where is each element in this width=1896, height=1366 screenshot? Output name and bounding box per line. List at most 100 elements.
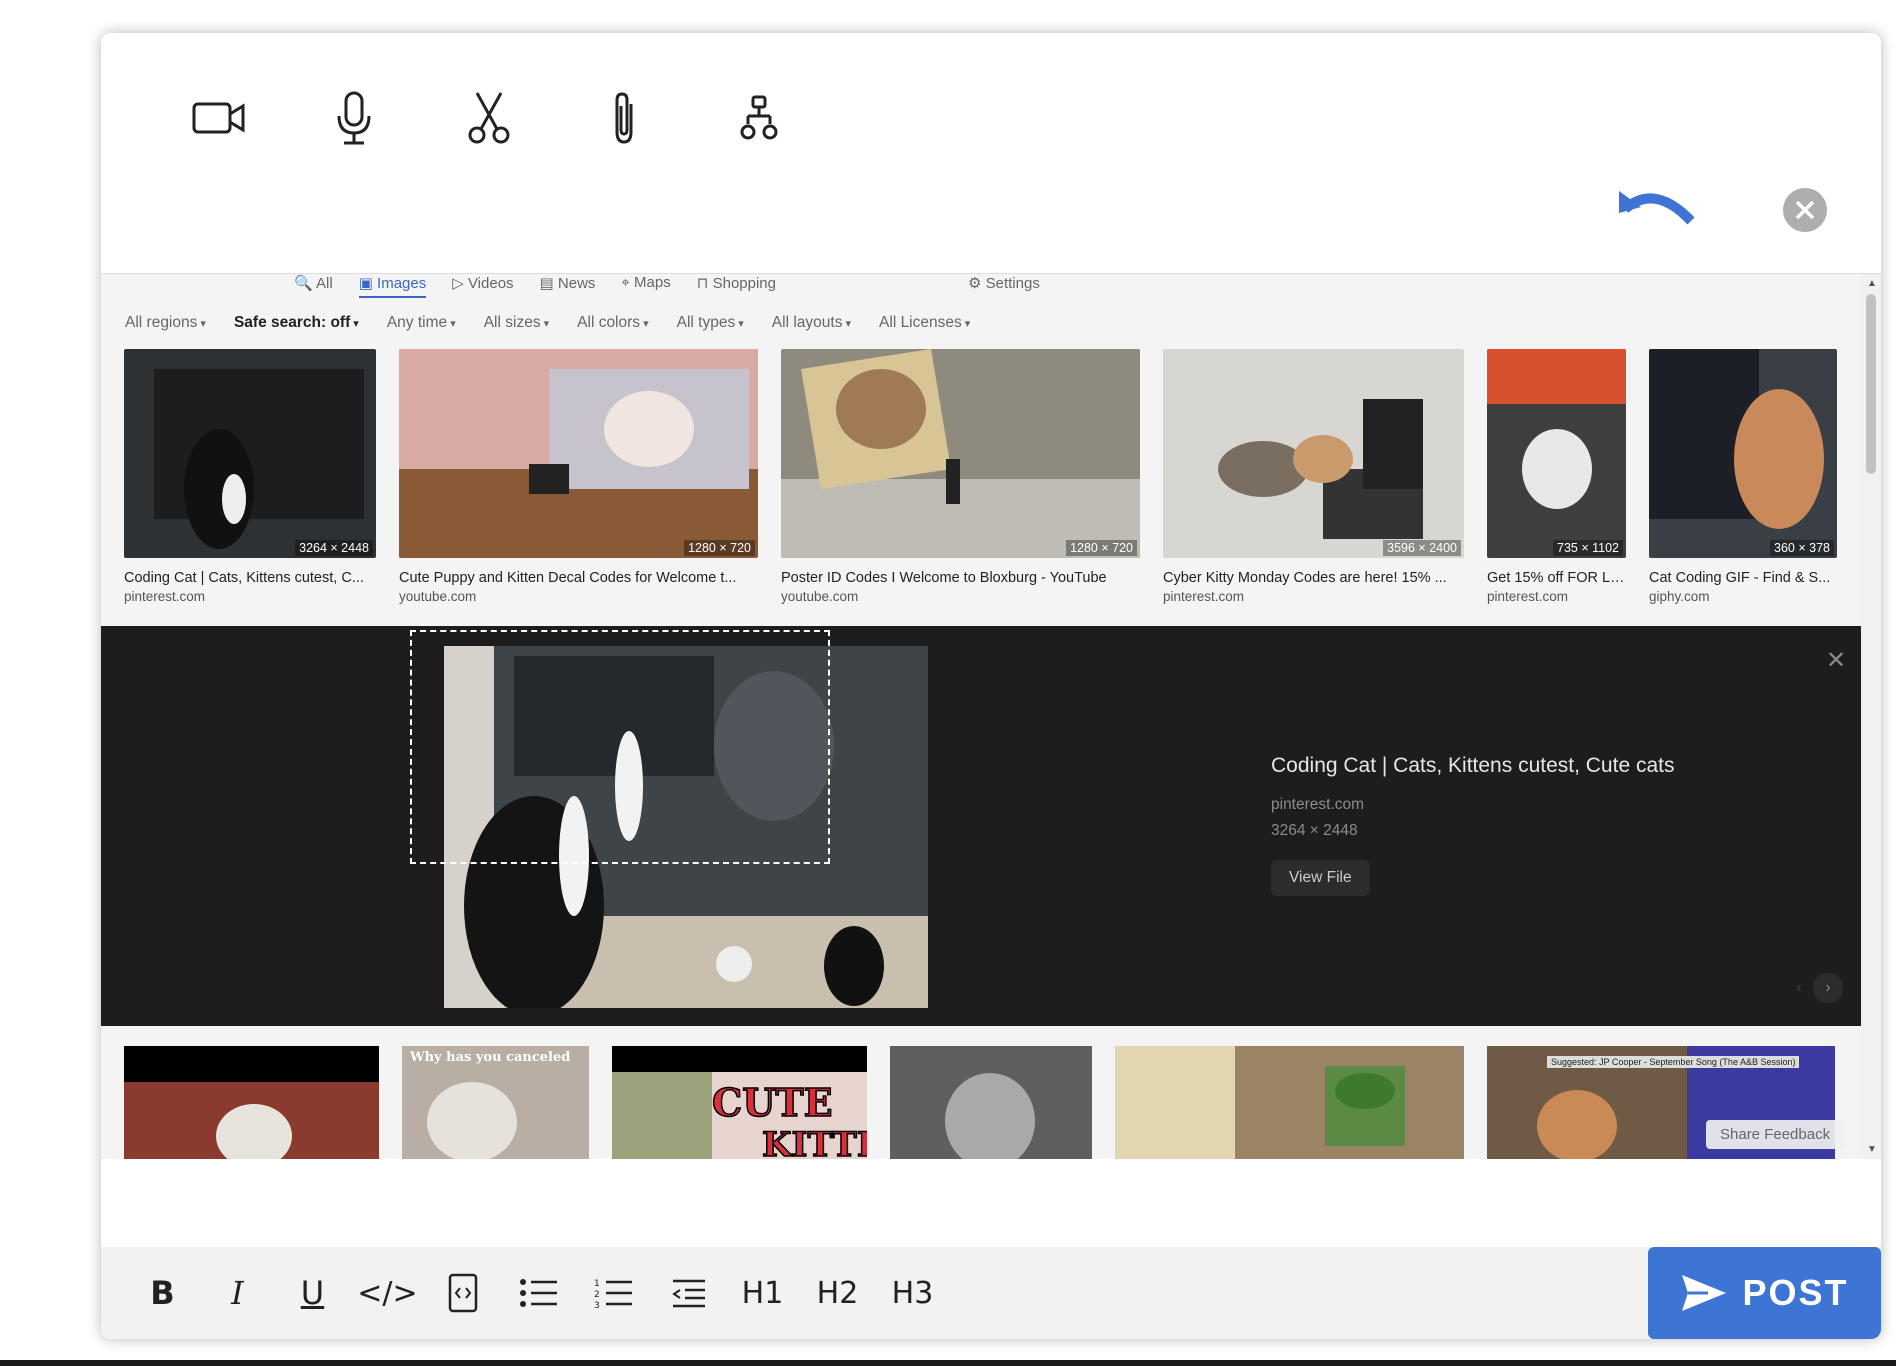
post-button[interactable]: POST (1648, 1247, 1881, 1339)
bullet-list-button[interactable] (500, 1261, 575, 1325)
image-preview-panel: Coding Cat | Cats, Kittens cutest, Cute … (101, 626, 1861, 1026)
scroll-down-arrow-icon[interactable]: ▼ (1867, 1144, 1877, 1155)
tab-shopping[interactable]: ⊓ Shopping (697, 274, 776, 298)
kitten-room-image (399, 349, 758, 558)
scroll-up-arrow-icon[interactable]: ▲ (1867, 278, 1877, 289)
result-source: giphy.com (1649, 589, 1710, 604)
filter-sizes[interactable]: All sizes (484, 314, 549, 332)
filter-safe-search[interactable]: Safe search: off (234, 314, 359, 332)
result-thumbnail[interactable] (1115, 1046, 1464, 1159)
code-block-button[interactable] (425, 1261, 500, 1325)
scissors-button[interactable] (421, 68, 556, 168)
image-result[interactable]: 3264 × 2448 Coding Cat | Cats, Kittens c… (124, 349, 376, 604)
image-result[interactable]: 735 × 1102 Get 15% off FOR LI... pintere… (1487, 349, 1626, 604)
result-title[interactable]: Poster ID Codes I Welcome to Bloxburg - … (781, 570, 1140, 586)
next-arrow-icon[interactable]: › (1813, 973, 1843, 1003)
image-result[interactable]: 3596 × 2400 Cyber Kitty Monday Codes are… (1163, 349, 1464, 604)
tabby-cat-image (945, 1073, 1035, 1159)
result-source: youtube.com (399, 589, 477, 604)
result-title[interactable]: Get 15% off FOR LI... (1487, 570, 1626, 586)
formatting-toolbar: B I U </> 123 H1 H2 H3 POST (101, 1247, 1881, 1339)
code-block-icon (448, 1273, 477, 1313)
filter-licenses[interactable]: All Licenses (879, 314, 970, 332)
structure-button[interactable] (691, 68, 826, 168)
result-title[interactable]: Cute Puppy and Kitten Decal Codes for We… (399, 570, 758, 586)
result-thumbnail[interactable]: 1280 × 720 (781, 349, 1140, 558)
heading-1-button[interactable]: H1 (725, 1261, 800, 1325)
preview-source[interactable]: pinterest.com (1271, 796, 1364, 814)
result-thumbnail[interactable]: 1280 × 720 (399, 349, 758, 558)
bold-button[interactable]: B (125, 1261, 200, 1325)
video-camera-icon (192, 102, 244, 134)
image-dimensions: 3596 × 2400 (1383, 540, 1461, 556)
send-icon (1682, 1275, 1727, 1311)
preview-title[interactable]: Coding Cat | Cats, Kittens cutest, Cute … (1271, 754, 1674, 778)
filter-colors[interactable]: All colors (577, 314, 648, 332)
preview-close-icon[interactable]: ✕ (1826, 646, 1846, 675)
cat-coding-image (1649, 349, 1824, 529)
result-thumbnail[interactable] (890, 1046, 1092, 1159)
undo-icon (1619, 191, 1695, 225)
cat-meme-image (427, 1082, 517, 1159)
tab-images[interactable]: ▣ Images (358, 274, 427, 298)
svg-text:CUTE: CUTE (712, 1080, 833, 1125)
tab-maps[interactable]: ⌖ Maps (621, 274, 670, 298)
image-dimensions: 3264 × 2448 (295, 540, 373, 556)
screenshot-region[interactable]: 🔍 All ▣ Images ▷ Videos ▤ News ⌖ Maps ⊓ … (101, 273, 1881, 1159)
result-thumbnail[interactable]: 3264 × 2448 (124, 349, 376, 558)
image-dimensions: 735 × 1102 (1553, 540, 1623, 556)
numbered-list-icon: 123 (594, 1279, 632, 1309)
bullet-list-icon (519, 1279, 557, 1307)
poster-image (781, 349, 1140, 558)
result-thumbnail[interactable]: 360 × 378 (1649, 349, 1837, 558)
result-thumbnail[interactable]: 3596 × 2400 (1163, 349, 1464, 558)
heading-3-button[interactable]: H3 (875, 1261, 950, 1325)
tab-all[interactable]: 🔍 All (294, 274, 333, 298)
result-thumbnail[interactable]: Why has you canceled (402, 1046, 589, 1159)
video-button[interactable] (151, 68, 286, 168)
italic-button[interactable]: I (200, 1261, 275, 1325)
close-button[interactable] (1783, 188, 1827, 232)
result-thumbnail[interactable]: 735 × 1102 (1487, 349, 1626, 558)
result-thumbnail[interactable] (124, 1046, 379, 1159)
image-results-row-2: Why has you canceled CUTEKITTEN Suggeste… (124, 1046, 1835, 1159)
selection-rectangle[interactable] (410, 630, 830, 864)
image-result[interactable]: 360 × 378 Cat Coding GIF - Find & S... g… (1649, 349, 1837, 604)
view-file-button[interactable]: View File (1271, 860, 1370, 896)
microphone-button[interactable] (286, 68, 421, 168)
filter-layouts[interactable]: All layouts (772, 314, 851, 332)
attachment-button[interactable] (556, 68, 691, 168)
filter-types[interactable]: All types (677, 314, 744, 332)
result-title[interactable]: Cyber Kitty Monday Codes are here! 15% .… (1163, 570, 1464, 586)
tab-videos[interactable]: ▷ Videos (452, 274, 513, 298)
result-thumbnail[interactable]: CUTEKITTEN (612, 1046, 867, 1159)
image-result[interactable]: 1280 × 720 Cute Puppy and Kitten Decal C… (399, 349, 758, 604)
filter-time[interactable]: Any time (387, 314, 456, 332)
share-feedback-button[interactable]: Share Feedback (1706, 1120, 1845, 1149)
result-title[interactable]: Coding Cat | Cats, Kittens cutest, C... (124, 570, 376, 586)
result-title[interactable]: Cat Coding GIF - Find & S... (1649, 570, 1837, 586)
compose-modal: 🔍 All ▣ Images ▷ Videos ▤ News ⌖ Maps ⊓ … (101, 33, 1881, 1339)
inline-code-button[interactable]: </> (350, 1261, 425, 1325)
underline-button[interactable]: U (275, 1261, 350, 1325)
previous-arrow-icon[interactable]: ‹ (1784, 973, 1814, 1003)
scrollbar-thumb[interactable] (1866, 294, 1876, 474)
outdent-button[interactable] (650, 1261, 725, 1325)
svg-text:2: 2 (594, 1290, 600, 1300)
media-toolbar (151, 68, 826, 168)
filter-bar: All regions Safe search: off Any time Al… (125, 314, 970, 332)
cat-photo-image (154, 369, 364, 549)
hierarchy-icon (740, 95, 777, 140)
image-dimensions: 1280 × 720 (684, 540, 755, 556)
numbered-list-button[interactable]: 123 (575, 1261, 650, 1325)
tab-news[interactable]: ▤ News (540, 274, 596, 298)
undo-button[interactable] (1611, 183, 1701, 253)
vertical-scrollbar[interactable]: ▲ ▼ (1861, 274, 1881, 1159)
image-result[interactable]: 1280 × 720 Poster ID Codes I Welcome to … (781, 349, 1140, 604)
heading-2-button[interactable]: H2 (800, 1261, 875, 1325)
post-label: POST (1742, 1272, 1849, 1313)
svg-text:3: 3 (594, 1301, 600, 1309)
search-results-page: 🔍 All ▣ Images ▷ Videos ▤ News ⌖ Maps ⊓ … (101, 274, 1861, 1159)
tab-settings[interactable]: ⚙ Settings (968, 274, 1040, 292)
filter-regions[interactable]: All regions (125, 314, 206, 332)
